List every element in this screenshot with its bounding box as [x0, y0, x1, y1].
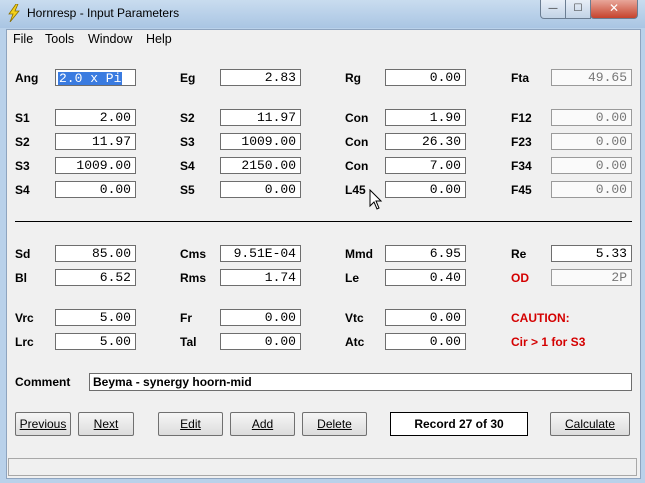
label-fr: Fr [180, 311, 192, 325]
caution-message: Cir > 1 for S3 [511, 335, 586, 349]
f23-field: 0.00 [551, 133, 632, 150]
rg-field[interactable]: 0.00 [385, 69, 466, 86]
menu-bar: File Tools Window Help [7, 30, 640, 48]
delete-button[interactable]: Delete [302, 412, 367, 436]
label-vrc: Vrc [15, 311, 34, 325]
label-od: OD [511, 271, 529, 285]
caution-label: CAUTION: [511, 311, 570, 325]
previous-button[interactable]: Previous [15, 412, 71, 436]
lightning-icon [8, 4, 20, 22]
s3-seg3-field[interactable]: 1009.00 [55, 157, 136, 174]
comment-field[interactable]: Beyma - synergy hoorn-mid [89, 373, 632, 391]
label-ang: Ang [15, 71, 39, 85]
vtc-field[interactable]: 0.00 [385, 309, 466, 326]
input-parameters-window: File Tools Window Help Ang 2.0 x Pi Eg 2… [6, 29, 641, 479]
tal-field[interactable]: 0.00 [220, 333, 301, 350]
s3-field[interactable]: 1009.00 [220, 133, 301, 150]
label-con2: Con [345, 135, 369, 149]
minimize-button[interactable]: — [540, 0, 566, 19]
label-s4-seg4: S4 [15, 183, 30, 197]
label-s1: S1 [15, 111, 30, 125]
label-eg: Eg [180, 71, 196, 85]
f12-field: 0.00 [551, 109, 632, 126]
label-tal: Tal [180, 335, 197, 349]
atc-field[interactable]: 0.00 [385, 333, 466, 350]
l45-field[interactable]: 0.00 [385, 181, 466, 198]
label-s3: S3 [180, 135, 195, 149]
label-fta: Fta [511, 71, 529, 85]
mouse-cursor-icon [369, 189, 383, 210]
eg-field[interactable]: 2.83 [220, 69, 301, 86]
f34-field: 0.00 [551, 157, 632, 174]
maximize-button[interactable]: ☐ [565, 0, 591, 19]
label-rms: Rms [180, 271, 207, 285]
s5-field[interactable]: 0.00 [220, 181, 301, 198]
lrc-field[interactable]: 5.00 [55, 333, 136, 350]
title-bar[interactable]: Hornresp - Input Parameters — ☐ ✕ [0, 0, 645, 28]
rms-field[interactable]: 1.74 [220, 269, 301, 286]
ang-value: 2.0 x Pi [58, 71, 123, 86]
label-lrc: Lrc [15, 335, 34, 349]
label-cms: Cms [180, 247, 207, 261]
label-con3: Con [345, 159, 369, 173]
status-bar [8, 458, 637, 476]
label-s5: S5 [180, 183, 195, 197]
s4-field[interactable]: 2150.00 [220, 157, 301, 174]
next-button[interactable]: Next [78, 412, 134, 436]
sd-field[interactable]: 85.00 [55, 245, 136, 262]
record-indicator: Record 27 of 30 [390, 412, 528, 436]
label-vtc: Vtc [345, 311, 364, 325]
fta-field: 49.65 [551, 69, 632, 86]
fr-field[interactable]: 0.00 [220, 309, 301, 326]
label-f12: F12 [511, 111, 532, 125]
label-con1: Con [345, 111, 369, 125]
label-le: Le [345, 271, 360, 285]
s2-field[interactable]: 11.97 [220, 109, 301, 126]
label-rg: Rg [345, 71, 361, 85]
add-button[interactable]: Add [230, 412, 295, 436]
re-field[interactable]: 5.33 [551, 245, 632, 262]
vrc-field[interactable]: 5.00 [55, 309, 136, 326]
label-mmd: Mmd [345, 247, 373, 261]
close-button[interactable]: ✕ [590, 0, 638, 19]
f45-field: 0.00 [551, 181, 632, 198]
ang-field[interactable]: 2.0 x Pi [55, 69, 136, 86]
edit-button[interactable]: Edit [158, 412, 223, 436]
label-atc: Atc [345, 335, 365, 349]
con3-field[interactable]: 7.00 [385, 157, 466, 174]
label-f34: F34 [511, 159, 532, 173]
label-bl: Bl [15, 271, 27, 285]
con2-field[interactable]: 26.30 [385, 133, 466, 150]
window-title: Hornresp - Input Parameters [27, 6, 180, 20]
le-field[interactable]: 0.40 [385, 269, 466, 286]
cms-field[interactable]: 9.51E-04 [220, 245, 301, 262]
s4-seg4-field[interactable]: 0.00 [55, 181, 136, 198]
menu-window[interactable]: Window [88, 32, 132, 46]
label-s2-seg2: S2 [15, 135, 30, 149]
menu-tools[interactable]: Tools [45, 32, 74, 46]
label-l45: L45 [345, 183, 366, 197]
menu-help[interactable]: Help [146, 32, 172, 46]
label-f45: F45 [511, 183, 532, 197]
s2-seg2-field[interactable]: 11.97 [55, 133, 136, 150]
label-comment: Comment [15, 375, 71, 389]
calculate-button[interactable]: Calculate [550, 412, 630, 436]
label-re: Re [511, 247, 527, 261]
label-s2: S2 [180, 111, 195, 125]
label-s3-seg3: S3 [15, 159, 30, 173]
label-f23: F23 [511, 135, 532, 149]
menu-file[interactable]: File [13, 32, 33, 46]
con1-field[interactable]: 1.90 [385, 109, 466, 126]
mmd-field[interactable]: 6.95 [385, 245, 466, 262]
od-field: 2P [551, 269, 632, 286]
label-s4: S4 [180, 159, 195, 173]
section-divider [15, 221, 632, 222]
s1-field[interactable]: 2.00 [55, 109, 136, 126]
bl-field[interactable]: 6.52 [55, 269, 136, 286]
label-sd: Sd [15, 247, 31, 261]
